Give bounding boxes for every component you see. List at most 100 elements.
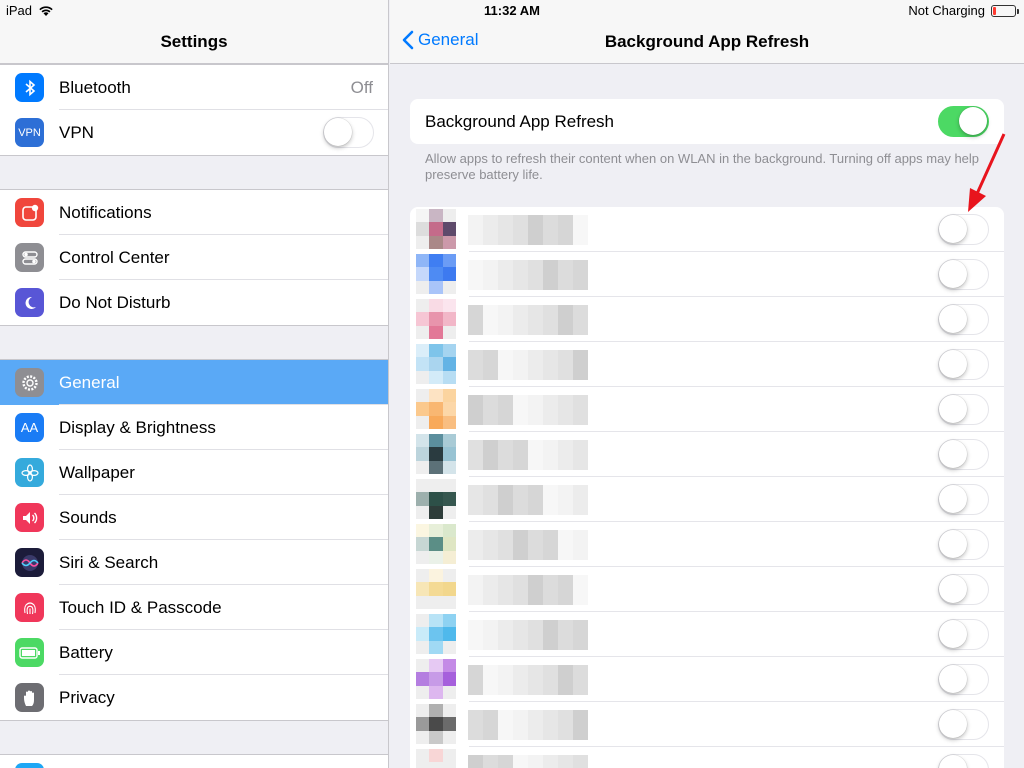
sidebar-item-label: General — [59, 372, 120, 392]
sidebar-item-display-brightness[interactable]: AA Display & Brightness — [0, 405, 388, 450]
app-name-pixelated — [468, 755, 588, 768]
notifications-icon — [15, 198, 44, 227]
app-name-pixelated — [468, 215, 588, 245]
sidebar-item-wallpaper[interactable]: Wallpaper — [0, 450, 388, 495]
app-row — [410, 252, 1004, 297]
bluetooth-icon — [15, 73, 44, 102]
app-row — [410, 342, 1004, 387]
app-row — [410, 747, 1004, 768]
settings-sidebar: Settings Bluetooth Off VPN VPN Notificat… — [0, 0, 389, 768]
app-icon — [416, 299, 456, 339]
main-toggle-card: Background App Refresh — [410, 99, 1004, 144]
sidebar-item-label: Siri & Search — [59, 552, 159, 572]
app-name-pixelated — [468, 710, 588, 740]
hand-icon — [15, 683, 44, 712]
app-refresh-toggle[interactable] — [938, 709, 989, 740]
app-refresh-toggle[interactable] — [938, 394, 989, 425]
sidebar-item-do-not-disturb[interactable]: Do Not Disturb — [0, 280, 388, 325]
app-row — [410, 657, 1004, 702]
app-icon — [416, 569, 456, 609]
status-bar: iPad 11:32 AM Not Charging — [0, 0, 1024, 22]
page-title: Background App Refresh — [604, 32, 810, 51]
sidebar-item-vpn[interactable]: VPN VPN — [0, 110, 388, 155]
sidebar-item-label: Wallpaper — [59, 462, 135, 482]
wallpaper-icon — [15, 458, 44, 487]
app-row — [410, 612, 1004, 657]
app-store-icon — [15, 763, 44, 768]
sidebar-item-notifications[interactable]: Notifications — [0, 190, 388, 235]
speaker-icon — [15, 503, 44, 532]
sidebar-item-siri-search[interactable]: Siri & Search — [0, 540, 388, 585]
sidebar-item-label: Touch ID & Passcode — [59, 597, 222, 617]
settings-footnote: Allow apps to refresh their content when… — [425, 151, 980, 182]
sidebar-item-label: Privacy — [59, 687, 115, 707]
app-row — [410, 567, 1004, 612]
app-icon — [416, 614, 456, 654]
vpn-toggle[interactable] — [323, 117, 374, 148]
app-refresh-toggle[interactable] — [938, 529, 989, 560]
app-row — [410, 387, 1004, 432]
siri-icon — [15, 548, 44, 577]
sidebar-item-label: Battery — [59, 642, 113, 662]
sidebar-item-label: Notifications — [59, 202, 152, 222]
sidebar-item-value: Off — [350, 77, 373, 97]
app-refresh-toggle[interactable] — [938, 619, 989, 650]
battery-icon — [991, 4, 1019, 17]
main-toggle-label: Background App Refresh — [425, 112, 615, 131]
app-icon — [416, 479, 456, 519]
app-refresh-toggle[interactable] — [938, 484, 989, 515]
fingerprint-icon — [15, 593, 44, 622]
app-name-pixelated — [468, 440, 588, 470]
app-refresh-toggle[interactable] — [938, 304, 989, 335]
status-time: 11:32 AM — [484, 3, 540, 18]
app-row — [410, 702, 1004, 747]
sidebar-item-touch-id[interactable]: Touch ID & Passcode — [0, 585, 388, 630]
app-icon — [416, 524, 456, 564]
app-refresh-toggle[interactable] — [938, 574, 989, 605]
app-refresh-toggle[interactable] — [938, 754, 989, 768]
sidebar-item-privacy[interactable]: Privacy — [0, 675, 388, 720]
moon-icon — [15, 288, 44, 317]
app-name-pixelated — [468, 665, 588, 695]
sidebar-item-control-center[interactable]: Control Center — [0, 235, 388, 280]
sidebar-item-battery[interactable]: Battery — [0, 630, 388, 675]
sidebar-item-label: Sounds — [59, 507, 117, 527]
sidebar-title: Settings — [160, 32, 228, 51]
app-name-pixelated — [468, 530, 588, 560]
vpn-icon: VPN — [15, 118, 44, 147]
app-name-pixelated — [468, 350, 588, 380]
gear-icon — [15, 368, 44, 397]
sidebar-item-label: Do Not Disturb — [59, 292, 171, 312]
app-icon — [416, 749, 456, 768]
app-refresh-toggle[interactable] — [938, 259, 989, 290]
sidebar-item-label: Bluetooth — [59, 77, 131, 97]
app-row — [410, 477, 1004, 522]
sidebar-item-sounds[interactable]: Sounds — [0, 495, 388, 540]
app-row — [410, 297, 1004, 342]
sidebar-item-bluetooth[interactable]: Bluetooth Off — [0, 65, 388, 110]
app-name-pixelated — [468, 395, 588, 425]
app-name-pixelated — [468, 620, 588, 650]
app-refresh-toggle[interactable] — [938, 664, 989, 695]
app-name-pixelated — [468, 305, 588, 335]
app-icon — [416, 209, 456, 249]
app-icon — [416, 704, 456, 744]
app-name-pixelated — [468, 260, 588, 290]
app-icon — [416, 434, 456, 474]
control-center-icon — [15, 243, 44, 272]
sidebar-group-alerts: Notifications Control Center Do Not Dist… — [0, 189, 388, 326]
sidebar-item-label: VPN — [59, 122, 94, 142]
detail-pane: General Background App Refresh Backgroun… — [390, 0, 1024, 768]
sidebar-group-connectivity: Bluetooth Off VPN VPN — [0, 64, 388, 156]
app-refresh-toggle[interactable] — [938, 349, 989, 380]
app-icon — [416, 659, 456, 699]
battery-icon — [15, 638, 44, 667]
sidebar-group-next — [0, 754, 388, 768]
app-name-pixelated — [468, 485, 588, 515]
app-refresh-toggle[interactable] — [938, 439, 989, 470]
sidebar-item-general[interactable]: General — [0, 360, 388, 405]
charging-status: Not Charging — [908, 3, 985, 18]
annotation-arrow — [968, 133, 1006, 212]
app-row — [410, 432, 1004, 477]
display-icon: AA — [15, 413, 44, 442]
